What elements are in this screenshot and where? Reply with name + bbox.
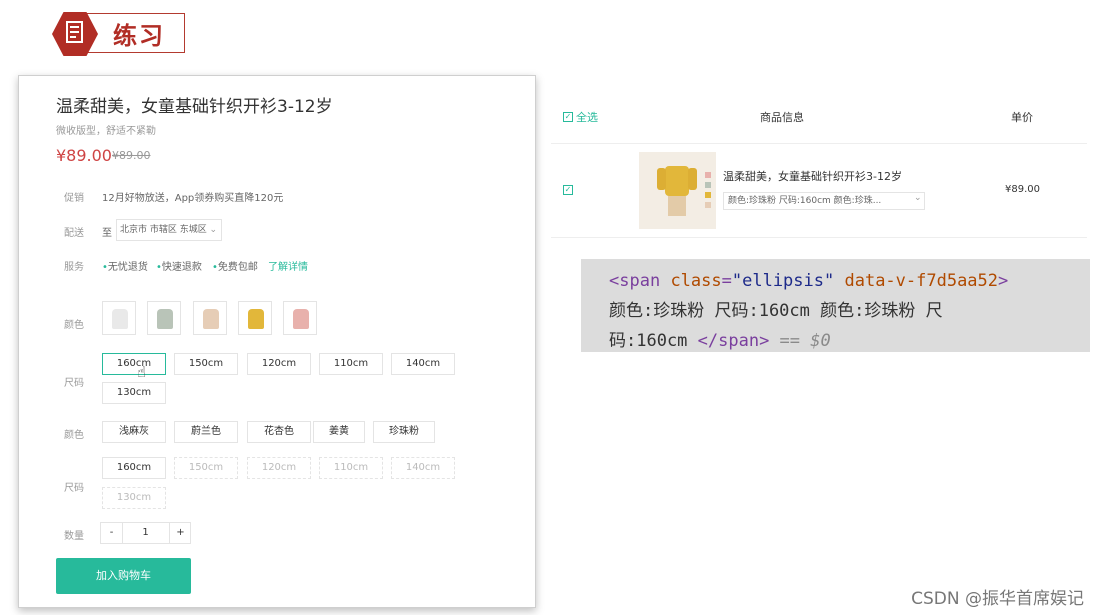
color-thumb[interactable] [147, 301, 181, 335]
quantity-stepper: - 1 + [100, 522, 191, 544]
promo-text: 12月好物放送，App领券购买直降120元 [102, 193, 284, 204]
color-option[interactable]: 浅麻灰 [102, 421, 166, 443]
service-item: •快速退款 [156, 262, 202, 273]
product-old-price: ¥89.00 [112, 149, 151, 162]
address-select[interactable]: 北京市 市辖区 东城区 ⌄ [116, 219, 222, 241]
color-thumb[interactable] [238, 301, 272, 335]
size-option[interactable]: 160cm [102, 457, 166, 479]
sweater-icon [203, 309, 219, 329]
select-all-label: 全选 [576, 111, 598, 124]
address-text: 北京市 市辖区 东城区 [120, 225, 207, 235]
item-checkbox[interactable]: ✓ [563, 185, 573, 195]
chevron-down-icon: ⌄ [914, 193, 922, 203]
size-option-disabled: 140cm [391, 457, 455, 479]
sweater-icon [112, 309, 128, 329]
service-item: •无忧退货 [102, 262, 148, 273]
product-price: ¥89.00 [56, 146, 112, 165]
code-line-3: 码:160cm </span> == $0 [609, 331, 831, 351]
col-unit-price: 单价 [1011, 111, 1033, 124]
color-thumb[interactable] [283, 301, 317, 335]
code-line-1: <span class="ellipsis" data-v-f7d5aa52> [609, 271, 1009, 291]
service-details-link[interactable]: 了解详情 [268, 258, 308, 273]
color-thumb[interactable] [193, 301, 227, 335]
product-detail-panel: 温柔甜美，女童基础针织开衫3-12岁 微收版型，舒适不紧勒 ¥89.00 ¥89… [18, 75, 536, 608]
quantity-label: 数量 [64, 531, 84, 542]
hand-cursor-icon: ☝ [137, 363, 147, 381]
sweater-icon [293, 309, 309, 329]
ship-label: 配送 [64, 228, 84, 239]
qty-minus-button[interactable]: - [101, 523, 123, 543]
size-option-disabled: 130cm [102, 487, 166, 509]
size-option-disabled: 110cm [319, 457, 383, 479]
product-subtitle: 微收版型，舒适不紧勒 [56, 126, 156, 137]
add-to-cart-button[interactable]: 加入购物车 [56, 558, 191, 594]
sweater-icon [157, 309, 173, 329]
size-option[interactable]: 110cm [319, 353, 383, 375]
promo-label: 促销 [64, 193, 84, 204]
size-option[interactable]: 120cm [247, 353, 311, 375]
qty-input[interactable]: 1 [123, 523, 168, 543]
color-option[interactable]: 蔚兰色 [174, 421, 238, 443]
product-image [639, 152, 716, 229]
size-option[interactable]: 130cm [102, 382, 166, 404]
divider [551, 237, 1087, 238]
chevron-down-icon: ⌄ [209, 225, 217, 235]
service-item: •免费包邮 [212, 262, 258, 273]
item-name: 温柔甜美，女童基础针织开衫3-12岁 [723, 170, 902, 183]
color-option[interactable]: 姜黄 [313, 421, 365, 443]
section-title: 练习 [113, 22, 165, 50]
item-spec-text: 颜色:珍珠粉 尺码:160cm 颜色:珍珠... [728, 196, 882, 206]
size-option-disabled: 150cm [174, 457, 238, 479]
item-spec-select[interactable]: 颜色:珍珠粉 尺码:160cm 颜色:珍珠... [723, 192, 925, 210]
size-label: 尺码 [64, 378, 84, 389]
size-label: 尺码 [64, 483, 84, 494]
color-option[interactable]: 花杏色 [247, 421, 311, 443]
product-title: 温柔甜美，女童基础针织开衫3-12岁 [56, 97, 333, 117]
size-option[interactable]: 140cm [391, 353, 455, 375]
color-label: 颜色 [64, 430, 84, 441]
sweater-icon [248, 309, 264, 329]
size-option[interactable]: 150cm [174, 353, 238, 375]
code-line-2: 颜色:珍珠粉 尺码:160cm 颜色:珍珠粉 尺 [609, 301, 943, 321]
col-product-info: 商品信息 [760, 111, 804, 124]
divider [551, 143, 1087, 144]
size-option-disabled: 120cm [247, 457, 311, 479]
service-label: 服务 [64, 262, 84, 273]
item-price: ¥89.00 [1005, 184, 1040, 195]
color-option[interactable]: 珍珠粉 [373, 421, 435, 443]
watermark: CSDN @振华首席娱记 [911, 589, 1084, 609]
select-all-checkbox[interactable]: ✓ [563, 112, 573, 122]
devtools-code-snippet: <span class="ellipsis" data-v-f7d5aa52> … [581, 259, 1090, 352]
qty-plus-button[interactable]: + [169, 523, 191, 543]
size-option[interactable]: 160cm [102, 353, 166, 375]
cart-table: ✓ 全选 商品信息 单价 ✓ 温柔甜美，女童基础针织开衫3-12岁 颜色:珍珠粉… [551, 100, 1087, 240]
color-label: 颜色 [64, 320, 84, 331]
section-badge: 练习 [50, 11, 188, 57]
color-thumb[interactable] [102, 301, 136, 335]
ship-to: 至 [102, 228, 112, 239]
